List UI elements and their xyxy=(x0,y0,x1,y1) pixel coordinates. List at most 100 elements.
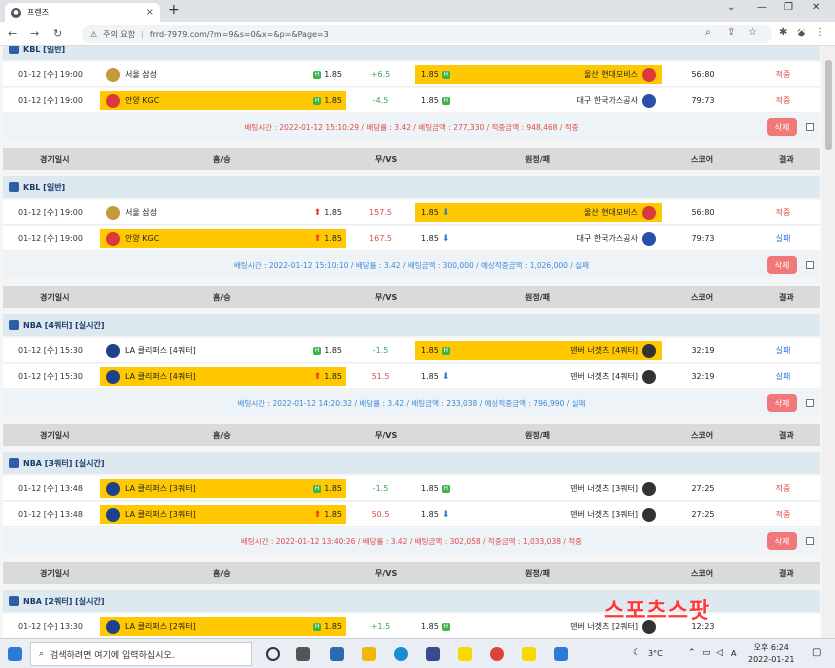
home-odds-value: 1.85 xyxy=(324,346,342,355)
scrollbar-thumb[interactable] xyxy=(825,60,832,150)
mail-icon[interactable] xyxy=(330,647,344,661)
match-result: 적중 xyxy=(775,484,791,493)
home-odds: H 1.85 xyxy=(313,346,342,355)
draw-handicap[interactable]: -1.5 xyxy=(348,338,413,363)
edge-icon[interactable] xyxy=(394,647,408,661)
home-team-pick[interactable]: LA 클리퍼스 [3쿼터] ⬆ 1.85 xyxy=(100,505,346,524)
home-odds: H 1.85 xyxy=(313,96,342,105)
draw-handicap[interactable]: -1.5 xyxy=(348,476,413,501)
home-team-pick[interactable]: LA 클리퍼스 [4쿼터] ⬆ 1.85 xyxy=(100,367,346,386)
column-header-date: 경기일시 xyxy=(40,430,70,440)
column-header-home: 홈/승 xyxy=(213,154,231,164)
bookmark-star-icon[interactable]: ☆ xyxy=(748,27,757,38)
match-score: 27:25 xyxy=(691,484,715,493)
home-team-pick[interactable]: LA 클리퍼스 [3쿼터] H 1.85 xyxy=(100,479,346,498)
share-icon[interactable]: ⇪ xyxy=(727,27,735,38)
chrome-icon[interactable] xyxy=(490,647,504,661)
delete-button[interactable]: 삭제 xyxy=(767,394,797,412)
away-team-name: 울산 현대모비스 xyxy=(583,208,638,217)
zoom-icon[interactable]: ⌕ xyxy=(705,27,711,38)
away-team-pick[interactable]: 1.85 H 대구 한국가스공사 xyxy=(415,91,662,110)
kakaotalk-2-icon[interactable] xyxy=(522,647,536,661)
home-team-logo-icon xyxy=(106,481,120,496)
url-bar[interactable]: ⚠ 주의 요함 | frrd-7979.com/?m=9&s=0&x=&p=&P… xyxy=(82,25,772,43)
close-tab-icon[interactable]: × xyxy=(146,7,154,18)
bet-summary: 배팅시간 : 2022-01-12 14:20:32 / 배당률 : 3.42 … xyxy=(3,390,820,416)
tab-search-icon[interactable]: ⌄ xyxy=(727,2,735,13)
tray-chevron-icon[interactable]: ⌃ xyxy=(688,648,696,658)
back-icon[interactable]: ← xyxy=(8,27,17,40)
new-tab-button[interactable]: + xyxy=(168,2,180,18)
match-date: 01-12 [수] 19:00 xyxy=(18,96,83,105)
close-window-button[interactable]: ✕ xyxy=(812,2,820,13)
away-team-pick[interactable]: 1.85 ⬇ 덴버 너겟츠 [3쿼터] xyxy=(415,505,662,524)
task-view-icon[interactable] xyxy=(296,647,310,661)
draw-handicap[interactable]: 51.5 xyxy=(348,364,413,389)
minimize-button[interactable]: — xyxy=(757,2,767,13)
home-team-name: LA 클리퍼스 [2쿼터] xyxy=(125,622,196,631)
column-header-date: 경기일시 xyxy=(40,568,70,578)
notification-icon[interactable]: ▢ xyxy=(812,647,821,658)
draw-handicap[interactable]: -4.5 xyxy=(348,88,413,113)
select-checkbox[interactable] xyxy=(806,261,814,269)
bet-summary-text: 배팅시간 : 2022-01-12 15:10:29 / 배당률 : 3.42 … xyxy=(244,122,579,132)
draw-handicap[interactable]: 157.5 xyxy=(348,200,413,225)
select-checkbox[interactable] xyxy=(806,399,814,407)
away-team-pick[interactable]: 1.85 ⬇ 대구 한국가스공사 xyxy=(415,229,662,248)
match-score: 79:73 xyxy=(691,96,715,105)
overlay-close-icon[interactable]: ✕ xyxy=(795,20,808,39)
away-team-pick[interactable]: 1.85 H 울산 현대모비스 xyxy=(415,65,662,84)
file-explorer-icon[interactable] xyxy=(362,647,376,661)
home-team-pick[interactable]: 안양 KGC H 1.85 xyxy=(100,91,346,110)
forward-icon[interactable]: → xyxy=(30,27,39,40)
home-team-pick[interactable]: 서울 삼성 ⬆ 1.85 xyxy=(100,203,346,222)
away-odds: 1.85 H xyxy=(421,96,453,105)
taskbar-search[interactable]: ⌕ 검색하려면 여기에 입력하십시오. xyxy=(30,642,252,666)
home-team-pick[interactable]: LA 클리퍼스 [4쿼터] H 1.85 xyxy=(100,341,346,360)
select-checkbox[interactable] xyxy=(806,537,814,545)
home-odds-value: 1.85 xyxy=(324,234,342,243)
away-team-pick[interactable]: 1.85 ⬇ 덴버 너겟츠 [4쿼터] xyxy=(415,367,662,386)
draw-handicap[interactable]: 50.5 xyxy=(348,502,413,527)
restore-button[interactable]: ❐ xyxy=(784,2,793,13)
away-odds: 1.85 ⬇ xyxy=(421,510,449,520)
extensions-icon[interactable]: ✱ xyxy=(779,27,787,38)
delete-button[interactable]: 삭제 xyxy=(767,118,797,136)
away-team-logo-icon xyxy=(642,481,656,496)
cortana-icon[interactable] xyxy=(266,647,280,661)
home-team-pick[interactable]: LA 클리퍼스 [2쿼터] H 1.85 xyxy=(100,617,346,636)
draw-handicap[interactable]: +6.5 xyxy=(348,62,413,87)
home-team-pick[interactable]: 서울 삼성 H 1.85 xyxy=(100,65,346,84)
browser-tab[interactable]: ● 프렌즈 × xyxy=(5,3,160,22)
windows-start-icon[interactable] xyxy=(8,647,22,661)
home-team-logo-icon xyxy=(106,369,120,384)
volume-icon[interactable]: ◁ xyxy=(716,648,723,658)
draw-handicap[interactable]: 167.5 xyxy=(348,226,413,251)
store-icon[interactable] xyxy=(426,647,440,661)
away-odds-value: 1.85 xyxy=(421,346,439,355)
draw-handicap[interactable]: +1.5 xyxy=(348,614,413,638)
reload-icon[interactable]: ↻ xyxy=(53,27,62,40)
away-team-pick[interactable]: 1.85 H 덴버 너겟츠 [4쿼터] xyxy=(415,341,662,360)
away-team-pick[interactable]: 1.85 H 덴버 너겟츠 [3쿼터] xyxy=(415,479,662,498)
select-checkbox[interactable] xyxy=(806,123,814,131)
home-team-pick[interactable]: 안양 KGC ⬆ 1.85 xyxy=(100,229,346,248)
bet-summary-text: 배팅시간 : 2022-01-12 15:10:10 / 배당률 : 3.42 … xyxy=(234,260,589,270)
column-header-row: 경기일시 홈/승 무/VS 원정/패 스코어 결과 xyxy=(3,424,820,446)
network-icon[interactable]: ▭ xyxy=(702,648,711,658)
ime-indicator[interactable]: A xyxy=(731,649,736,658)
home-odds-value: 1.85 xyxy=(324,510,342,519)
away-team-name: 대구 한국가스공사 xyxy=(576,234,638,243)
away-odds-value: 1.85 xyxy=(421,484,439,493)
warning-icon: ⚠ xyxy=(90,29,98,39)
delete-button[interactable]: 삭제 xyxy=(767,256,797,274)
away-team-pick[interactable]: 1.85 ⬇ 울산 현대모비스 xyxy=(415,203,662,222)
menu-icon[interactable]: ⋮ xyxy=(815,27,825,38)
delete-button[interactable]: 삭제 xyxy=(767,532,797,550)
league-bar: KBL [일반] xyxy=(3,46,820,60)
app-icon[interactable] xyxy=(554,647,568,661)
scrollbar[interactable] xyxy=(822,46,835,638)
kakaotalk-icon[interactable] xyxy=(458,647,472,661)
system-clock[interactable]: 오후 6:24 2022-01-21 xyxy=(748,642,795,666)
bet-row: 01-12 [수] 19:00 서울 삼성 H 1.85 +6.5 1.85 H 울산 현대모… xyxy=(3,62,820,87)
